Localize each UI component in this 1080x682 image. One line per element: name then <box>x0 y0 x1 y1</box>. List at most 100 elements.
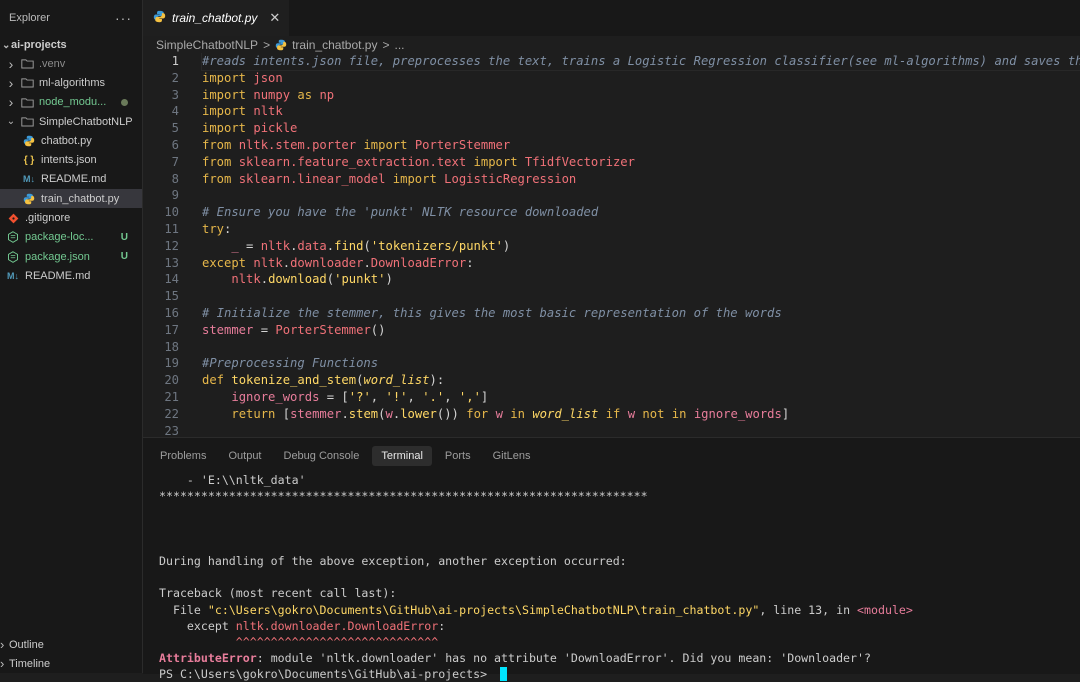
code-token: import <box>363 137 408 152</box>
project-root-label: ai-projects <box>11 39 67 51</box>
file-tree-item[interactable]: › .venv <box>0 54 142 73</box>
project-root[interactable]: ⌄ ai-projects <box>0 36 142 54</box>
code-token: json <box>253 70 283 85</box>
code-token: : <box>224 221 232 236</box>
line-number: 9 <box>171 188 179 203</box>
code-line: 17 stemmer = PorterStemmer() <box>143 322 1080 339</box>
folder-icon <box>20 77 34 88</box>
file-tree-item[interactable]: package-loc... U <box>0 228 142 247</box>
code-text: #Preprocessing Functions <box>202 355 378 372</box>
file-tree-item[interactable]: package.json U <box>0 247 142 266</box>
code-token: from <box>202 171 232 186</box>
file-tree-item[interactable]: M↓ README.md <box>0 170 142 189</box>
code-line: 13 except nltk.downloader.DownloadError: <box>143 255 1080 272</box>
code-line: 22 return [stemmer.stem(w.lower()) for w… <box>143 406 1080 423</box>
sidebar-section-timeline[interactable]: › Timeline <box>0 654 142 673</box>
code-token: sklearn.feature_extraction.text <box>238 154 467 169</box>
file-tree-item[interactable]: ⌄ SimpleChatbotNLP <box>0 112 142 131</box>
code-token: = <box>238 238 261 253</box>
terminal-text: nltk.downloader.DownloadError <box>235 618 439 633</box>
code-text: def tokenize_and_stem(word_list): <box>202 372 444 389</box>
code-token: PorterStemmer <box>275 322 371 337</box>
file-tree-item-label: intents.json <box>41 154 97 167</box>
git-icon <box>6 213 20 224</box>
code-token: word_list <box>363 373 430 388</box>
file-tree-item[interactable]: M↓ README.md <box>0 266 142 285</box>
terminal-text: <module> <box>857 602 913 617</box>
code-line: 23 <box>143 423 1080 437</box>
code-text: return [stemmer.stem(w.lower()) for w in… <box>202 406 789 423</box>
code-token: ',' <box>458 389 481 404</box>
line-number: 12 <box>164 238 179 253</box>
code-token: try <box>202 221 225 236</box>
tab-gitlens[interactable]: GitLens <box>484 446 540 466</box>
file-tree-item-label: README.md <box>41 173 107 186</box>
file-tree-item-label: chatbot.py <box>41 134 92 147</box>
terminal-line: During handling of the above exception, … <box>159 553 1074 569</box>
code-token: data <box>297 238 327 253</box>
code-text: import numpy as np <box>202 87 334 104</box>
code-line: 15 <box>143 288 1080 305</box>
code-line: 18 <box>143 339 1080 356</box>
file-tree-item[interactable]: › node_modu... <box>0 93 142 112</box>
file-tree-item-label: train_chatbot.py <box>41 192 120 205</box>
line-number: 18 <box>164 339 179 354</box>
code-line: 14 nltk.download('punkt') <box>143 271 1080 288</box>
chevron-right-icon: › <box>8 55 14 72</box>
line-number: 5 <box>171 121 179 136</box>
code-token: import <box>473 154 518 169</box>
line-number: 21 <box>164 389 179 404</box>
breadcrumb: SimpleChatbotNLP > train_chatbot.py > ..… <box>143 36 1080 54</box>
tab-debug-console[interactable]: Debug Console <box>275 446 369 466</box>
tab-problems[interactable]: Problems <box>151 446 215 466</box>
file-tree-item[interactable]: › ml-algorithms <box>0 73 142 92</box>
sidebar-section-outline[interactable]: › Outline <box>0 635 142 654</box>
folder-icon <box>20 97 34 108</box>
code-token: w <box>495 406 503 421</box>
terminal-text: : <box>438 618 446 633</box>
close-icon[interactable]: ✕ <box>269 10 280 26</box>
explorer-header: Explorer ··· <box>0 0 142 36</box>
code-token: '.' <box>422 389 445 404</box>
code-text: stemmer = PorterStemmer() <box>202 322 385 339</box>
code-token: LogisticRegression <box>444 171 577 186</box>
code-editor[interactable]: 1 #reads intents.json file, preprocesses … <box>143 53 1080 437</box>
file-tree-item[interactable]: train_chatbot.py <box>0 189 142 209</box>
breadcrumb-file[interactable]: train_chatbot.py <box>292 38 377 52</box>
file-tree-item[interactable]: { } intents.json <box>0 150 142 169</box>
tab-train-chatbot[interactable]: train_chatbot.py ✕ <box>143 0 290 36</box>
code-text: import nltk <box>202 103 283 120</box>
code-text: from sklearn.feature_extraction.text imp… <box>202 154 635 171</box>
tab-ports[interactable]: Ports <box>436 446 480 466</box>
terminal-output[interactable]: - 'E:\\nltk_data' ***********************… <box>159 472 1074 682</box>
terminal-line: ****************************************… <box>159 488 1074 504</box>
file-tree-item[interactable]: chatbot.py <box>0 131 142 150</box>
code-token: () <box>370 322 386 337</box>
explorer-title: Explorer <box>9 12 50 24</box>
code-line: 6 from nltk.stem.porter import PorterStem… <box>143 137 1080 154</box>
code-line: 5 import pickle <box>143 120 1080 137</box>
line-number: 2 <box>171 70 179 85</box>
code-line: 16 # Initialize the stemmer, this gives t… <box>143 305 1080 322</box>
code-token: stem <box>348 406 379 421</box>
file-tree-item[interactable]: .gitignore <box>0 208 142 227</box>
file-tree-item-label: SimpleChatbotNLP <box>39 115 133 128</box>
breadcrumb-folder[interactable]: SimpleChatbotNLP <box>156 38 258 52</box>
more-actions-icon[interactable]: ··· <box>115 10 132 26</box>
code-text: # Initialize the stemmer, this gives the… <box>202 305 782 322</box>
code-token: _ <box>231 238 239 253</box>
sidebar-section-label: Outline <box>9 638 44 651</box>
tab-terminal[interactable]: Terminal <box>372 446 432 466</box>
breadcrumb-symbol[interactable]: ... <box>394 38 404 52</box>
code-token: nltk <box>260 238 291 253</box>
code-text: from sklearn.linear_model import Logisti… <box>202 171 576 188</box>
tab-output[interactable]: Output <box>219 446 270 466</box>
code-token: ()) <box>436 406 467 421</box>
code-token: nltk <box>253 255 283 270</box>
code-token: ] <box>781 406 790 421</box>
code-text: from nltk.stem.porter import PorterStemm… <box>202 137 510 154</box>
